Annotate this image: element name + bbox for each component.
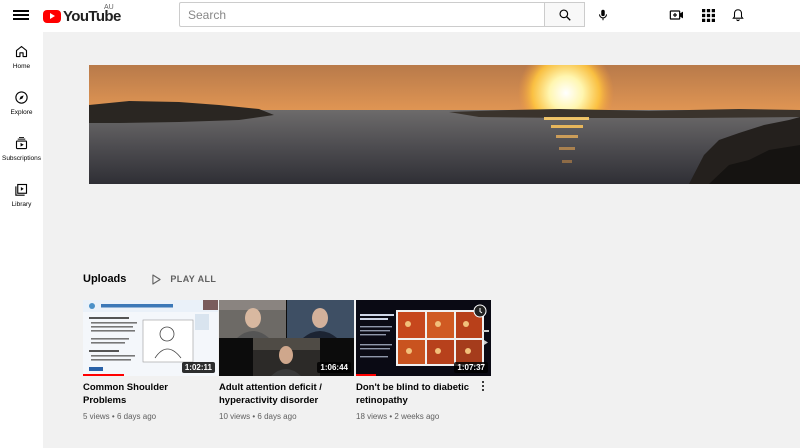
video-card[interactable]: 1:06:44 Adult attention deficit / hypera… bbox=[219, 300, 354, 421]
microphone-icon bbox=[598, 9, 608, 21]
bell-icon bbox=[732, 9, 744, 22]
uploads-header: Uploads PLAY ALL bbox=[83, 270, 216, 288]
compass-icon bbox=[15, 91, 28, 104]
video-duration: 1:07:37 bbox=[454, 362, 488, 373]
video-age: 2 weeks ago bbox=[394, 412, 440, 421]
play-outline-icon bbox=[152, 273, 162, 285]
video-age: 6 days ago bbox=[257, 412, 297, 421]
video-thumbnail[interactable]: 1:02:11 bbox=[83, 300, 218, 376]
video-card[interactable]: 1:07:37 Don't be blind to diabetic retin… bbox=[356, 300, 491, 421]
sidebar-item-library[interactable]: Library bbox=[0, 170, 43, 216]
watch-progress-bar bbox=[83, 374, 124, 376]
create-video-button[interactable] bbox=[666, 4, 688, 26]
search-button[interactable] bbox=[544, 2, 585, 27]
sidebar-item-label: Home bbox=[12, 63, 31, 70]
video-title[interactable]: Common Shoulder Problems bbox=[83, 381, 207, 407]
video-thumbnail[interactable]: 1:07:37 bbox=[356, 300, 491, 376]
video-more-options-icon[interactable] bbox=[479, 380, 487, 392]
video-views: 18 views bbox=[356, 412, 388, 421]
country-code: AU bbox=[104, 4, 114, 11]
sidebar-item-label: Explore bbox=[10, 109, 33, 116]
video-views: 10 views bbox=[219, 412, 251, 421]
sidebar-item-explore[interactable]: Explore bbox=[0, 78, 43, 124]
home-icon bbox=[15, 45, 28, 58]
video-title[interactable]: Adult attention deficit / hyperactivity … bbox=[219, 381, 343, 407]
uploads-grid: 1:02:11 Common Shoulder Problems 5 views… bbox=[83, 300, 493, 421]
video-camera-plus-icon bbox=[669, 10, 683, 20]
library-icon bbox=[15, 183, 28, 196]
search-box bbox=[179, 2, 545, 27]
sidebar: Home Explore Subscriptions Library bbox=[0, 32, 43, 448]
apps-grid-icon bbox=[701, 8, 715, 22]
notifications-button[interactable] bbox=[727, 4, 749, 26]
video-card[interactable]: 1:02:11 Common Shoulder Problems 5 views… bbox=[83, 300, 218, 421]
channel-banner bbox=[89, 65, 800, 184]
apps-button[interactable] bbox=[697, 4, 719, 26]
subscriptions-icon bbox=[15, 137, 28, 150]
sidebar-item-home[interactable]: Home bbox=[0, 32, 43, 78]
sidebar-item-subscriptions[interactable]: Subscriptions bbox=[0, 124, 43, 170]
video-thumbnail[interactable]: 1:06:44 bbox=[219, 300, 354, 376]
uploads-title[interactable]: Uploads bbox=[83, 273, 126, 285]
video-duration: 1:06:44 bbox=[317, 362, 351, 373]
video-duration: 1:02:11 bbox=[181, 362, 215, 373]
watch-progress-bar bbox=[356, 374, 377, 376]
video-age: 6 days ago bbox=[116, 412, 157, 421]
video-meta: 10 views • 6 days ago bbox=[219, 412, 354, 421]
search-icon bbox=[558, 8, 571, 21]
voice-search-button[interactable] bbox=[592, 4, 614, 26]
video-title[interactable]: Don't be blind to diabetic retinopathy bbox=[356, 381, 480, 407]
search-input[interactable] bbox=[188, 7, 544, 22]
video-meta: 18 views • 2 weeks ago bbox=[356, 412, 491, 421]
sidebar-item-label: Subscriptions bbox=[1, 155, 42, 162]
play-all-label: PLAY ALL bbox=[170, 274, 217, 284]
video-meta: 5 views • 6 days ago bbox=[83, 412, 218, 421]
youtube-play-icon bbox=[43, 9, 61, 23]
play-all-button[interactable]: PLAY ALL bbox=[152, 273, 217, 285]
sunset-banner-image bbox=[89, 65, 800, 184]
hamburger-menu-icon[interactable] bbox=[12, 6, 30, 24]
sidebar-item-label: Library bbox=[11, 201, 32, 208]
video-views: 5 views bbox=[83, 412, 110, 421]
top-bar: YouTube AU bbox=[0, 0, 800, 32]
